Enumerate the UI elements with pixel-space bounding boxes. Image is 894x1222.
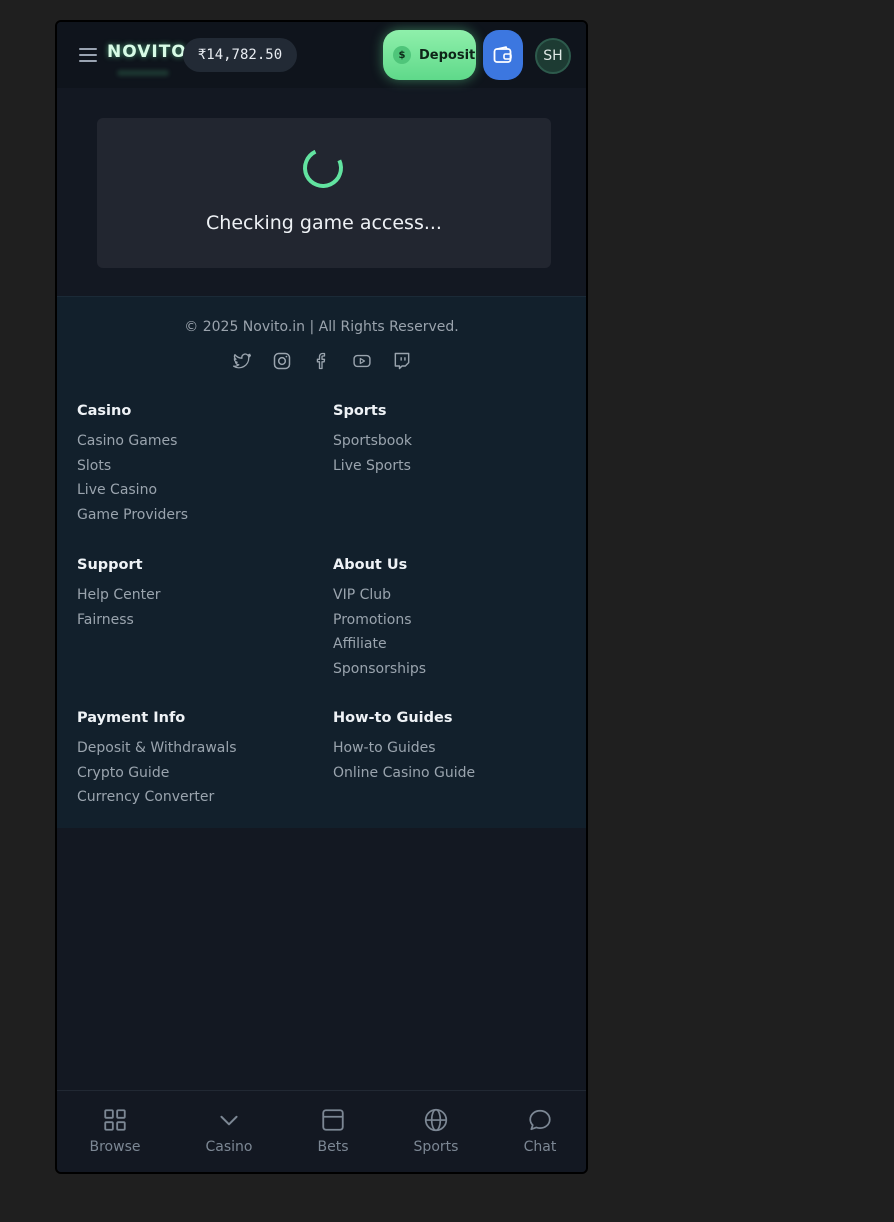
footer-column-title: Sports: [333, 403, 387, 419]
footer-link-help-center[interactable]: Help Center: [77, 587, 307, 612]
loading-message: Checking game access...: [206, 212, 442, 234]
wallet-button[interactable]: [483, 30, 523, 80]
user-avatar[interactable]: SH: [535, 38, 571, 74]
top-header: NOVITO ₹14,782.50 $ Deposit SH: [57, 22, 586, 88]
logo-glow: [117, 70, 169, 76]
brand-logo[interactable]: NOVITO: [107, 42, 187, 62]
footer-link-online-casino-guide[interactable]: Online Casino Guide: [333, 765, 563, 790]
footer-link-live-sports[interactable]: Live Sports: [333, 458, 563, 483]
footer-link-currency-converter[interactable]: Currency Converter: [77, 789, 307, 814]
twitch-icon[interactable]: [392, 351, 412, 371]
nav-label: Bets: [317, 1139, 349, 1155]
twitter-icon[interactable]: [232, 351, 252, 371]
instagram-icon[interactable]: [272, 351, 292, 371]
nav-label: Chat: [523, 1139, 557, 1155]
footer-column-title: Support: [77, 557, 143, 573]
footer-column-payment-info: Payment Info Deposit & Withdrawals Crypt…: [77, 710, 307, 814]
footer-column-about-us: About Us VIP Club Promotions Affiliate S…: [333, 557, 563, 686]
nav-sports[interactable]: Sports: [396, 1107, 476, 1155]
footer-link-affiliate[interactable]: Affiliate: [333, 636, 563, 661]
site-footer: © 2025 Novito.in | All Rights Reserved.: [57, 296, 586, 828]
nav-label: Browse: [89, 1139, 141, 1155]
nav-bets[interactable]: Bets: [293, 1107, 373, 1155]
footer-column-support: Support Help Center Fairness: [77, 557, 307, 636]
footer-column-title: Payment Info: [77, 710, 186, 726]
social-links: [232, 351, 412, 371]
footer-link-game-providers[interactable]: Game Providers: [77, 507, 307, 532]
copyright-text: © 2025 Novito.in | All Rights Reserved.: [184, 319, 459, 335]
footer-link-sportsbook[interactable]: Sportsbook: [333, 433, 563, 458]
footer-link-promotions[interactable]: Promotions: [333, 612, 563, 637]
betslip-icon: [322, 1109, 344, 1131]
nav-label: Sports: [413, 1139, 459, 1155]
mobile-viewport: NOVITO ₹14,782.50 $ Deposit SH Checking …: [55, 20, 588, 1174]
chat-icon: [529, 1109, 551, 1131]
balance-display[interactable]: ₹14,782.50: [183, 38, 297, 72]
footer-column-casino: Casino Casino Games Slots Live Casino Ga…: [77, 403, 307, 532]
nav-label: Casino: [205, 1139, 253, 1155]
footer-column-how-to-guides: How-to Guides How-to Guides Online Casin…: [333, 710, 563, 789]
youtube-icon[interactable]: [352, 351, 372, 371]
chevron-down-icon: [220, 1115, 238, 1126]
loading-spinner-icon: [297, 142, 349, 194]
loading-card: Checking game access...: [97, 118, 551, 268]
footer-column-title: About Us: [333, 557, 408, 573]
footer-link-fairness[interactable]: Fairness: [77, 612, 307, 637]
footer-link-deposit-withdrawals[interactable]: Deposit & Withdrawals: [77, 740, 307, 765]
footer-link-slots[interactable]: Slots: [77, 458, 307, 483]
footer-link-live-casino[interactable]: Live Casino: [77, 482, 307, 507]
wallet-icon: [493, 46, 512, 63]
footer-column-sports: Sports Sportsbook Live Sports: [333, 403, 563, 482]
nav-casino[interactable]: Casino: [189, 1107, 269, 1155]
bottom-navigation: Browse Casino Bets Sports Chat: [57, 1090, 586, 1172]
nav-chat[interactable]: Chat: [500, 1107, 580, 1155]
footer-link-crypto-guide[interactable]: Crypto Guide: [77, 765, 307, 790]
hamburger-menu-icon[interactable]: [79, 48, 97, 62]
footer-link-how-to-guides[interactable]: How-to Guides: [333, 740, 563, 765]
grid-icon: [104, 1109, 126, 1131]
coin-icon: $: [393, 46, 411, 64]
footer-column-title: How-to Guides: [333, 710, 453, 726]
footer-link-sponsorships[interactable]: Sponsorships: [333, 661, 563, 686]
footer-link-vip-club[interactable]: VIP Club: [333, 587, 563, 612]
deposit-button[interactable]: $ Deposit: [383, 30, 476, 80]
footer-link-casino-games[interactable]: Casino Games: [77, 433, 307, 458]
deposit-label: Deposit: [419, 47, 476, 63]
facebook-icon[interactable]: [312, 351, 332, 371]
globe-icon: [424, 1108, 448, 1132]
nav-browse[interactable]: Browse: [75, 1107, 155, 1155]
footer-column-title: Casino: [77, 403, 132, 419]
